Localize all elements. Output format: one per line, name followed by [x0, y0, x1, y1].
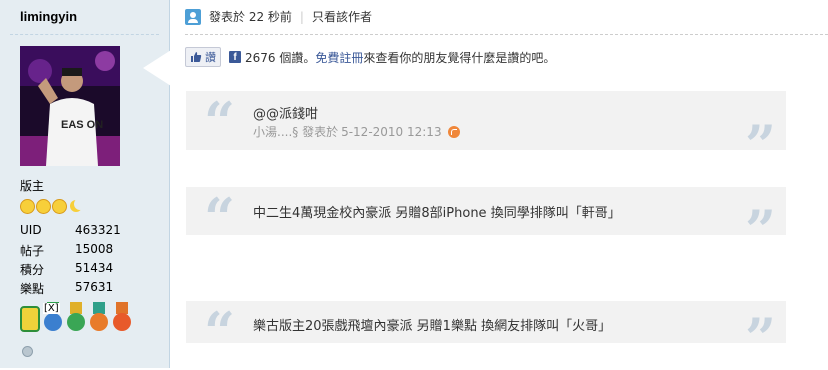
divider: [10, 34, 159, 35]
close-quote-icon: ”: [744, 113, 776, 177]
quote-date: 5-12-2010 12:13: [341, 124, 442, 139]
quote-author: 小湯....§ 發表於: [253, 125, 339, 139]
sun-icon: [20, 199, 35, 214]
medal-tag: [X]: [43, 303, 60, 314]
post-time: 發表於 22 秒前: [209, 10, 292, 24]
rank-stars: [20, 198, 86, 214]
quote-block: “ ” @@派錢咁 小湯....§ 發表於 5-12-2010 12:13: [186, 90, 786, 172]
signup-link[interactable]: 免費註冊: [315, 49, 363, 66]
post-body: 發表於 22 秒前 | 只看該作者 讚 f 2676 個讚。 免費註冊 來查看你…: [170, 0, 828, 368]
quote-block: “ ” 樂古版主20張戲飛壇內豪派 另贈1樂點 換網友排隊叫「火哥」: [186, 301, 786, 365]
quote-text: @@派錢咁: [253, 107, 319, 122]
open-quote-icon: “: [204, 186, 236, 250]
author-role[interactable]: 版主: [20, 177, 44, 194]
sun-icon: [36, 199, 51, 214]
divider: [185, 34, 828, 35]
like-bar: 讚 f 2676 個讚。 免費註冊 來查看你的朋友覺得什麼是讚的吧。: [185, 47, 555, 67]
quote-attribution: 小湯....§ 發表於 5-12-2010 12:13: [253, 123, 460, 140]
quote-block: “ ” 中二生4萬現金校內豪派 另贈8部iPhone 換同學排隊叫「軒哥」: [186, 187, 786, 257]
like-suffix: 來查看你的朋友覺得什麼是讚的吧。: [363, 50, 556, 65]
medal-teal-icon[interactable]: [89, 302, 109, 336]
like-count: 2676 個讚。: [245, 50, 316, 65]
thumbs-up-icon: [191, 52, 202, 62]
stat-row: 樂點 57631: [20, 280, 114, 296]
user-icon: [185, 8, 201, 25]
separator: |: [299, 9, 304, 24]
jump-to-post-icon[interactable]: [447, 125, 460, 138]
medal-orange-icon[interactable]: [112, 302, 132, 336]
medal-list: [20, 302, 132, 336]
close-quote-icon: ”: [744, 198, 776, 262]
stat-row: 積分 51434: [20, 261, 114, 277]
author-username[interactable]: limingyin: [20, 9, 77, 24]
sun-icon: [52, 199, 67, 214]
only-author-link[interactable]: 只看該作者: [312, 8, 372, 25]
avatar[interactable]: EAS ON: [20, 46, 120, 166]
post-meta: 發表於 22 秒前 | 只看該作者: [185, 8, 372, 25]
open-quote-icon: “: [204, 300, 236, 364]
quote-text: 中二生4萬現金校內豪派 另贈8部iPhone 換同學排隊叫「軒哥」: [253, 206, 621, 221]
open-quote-icon: “: [204, 90, 236, 154]
close-quote-icon: ”: [744, 306, 776, 370]
moon-icon: [68, 198, 86, 214]
online-status-icon: [22, 346, 33, 357]
stat-row: UID 463321: [20, 223, 121, 237]
like-button[interactable]: 讚: [185, 47, 221, 67]
medal-5-icon[interactable]: [20, 302, 40, 336]
author-sidebar: limingyin EAS ON 版主 UID 463321 帖子 15008 積分…: [0, 0, 171, 368]
speech-arrow: [143, 50, 171, 86]
like-button-label: 讚: [205, 51, 216, 64]
quote-text: 樂古版主20張戲飛壇內豪派 另贈1樂點 換網友排隊叫「火哥」: [253, 319, 612, 334]
stat-row: 帖子 15008: [20, 242, 114, 258]
avatar-shirt-text: EAS ON: [61, 119, 103, 131]
facebook-icon: f: [229, 51, 241, 63]
medal-green-icon[interactable]: [66, 302, 86, 336]
author-stats: UID 463321 帖子 15008 積分 51434 樂點 57631: [20, 223, 121, 299]
